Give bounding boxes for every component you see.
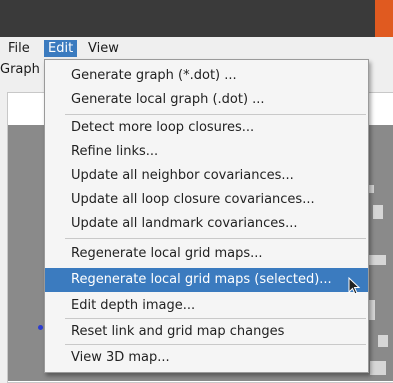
- graph-node[interactable]: [38, 325, 43, 330]
- menu-separator: [65, 114, 366, 115]
- menu-view[interactable]: View: [84, 40, 123, 57]
- menu-item-update-loop-closure-covariances[interactable]: Update all loop closure covariances...: [45, 188, 368, 212]
- menu-item-edit-depth-image[interactable]: Edit depth image...: [45, 294, 368, 318]
- menu-item-detect-loop-closures[interactable]: Detect more loop closures...: [45, 116, 368, 140]
- menu-separator: [65, 318, 366, 319]
- menu-bar: File Edit View: [0, 37, 393, 59]
- map-cell: [373, 205, 383, 219]
- menu-item-generate-local-graph[interactable]: Generate local graph (.dot) ...: [45, 88, 368, 112]
- menu-separator: [65, 344, 366, 345]
- map-cell: [370, 361, 386, 375]
- graph-panel-label: Graph: [0, 62, 40, 77]
- menu-file[interactable]: File: [4, 40, 34, 57]
- menu-separator: [65, 238, 366, 239]
- window-title-bar: [0, 0, 393, 37]
- edit-menu-dropdown: Generate graph (*.dot) ... Generate loca…: [44, 59, 369, 373]
- map-cell: [368, 255, 386, 265]
- menu-item-refine-links[interactable]: Refine links...: [45, 140, 368, 164]
- menu-edit[interactable]: Edit: [44, 40, 78, 57]
- map-cell: [378, 335, 388, 347]
- menu-item-regenerate-local-grid-maps-selected[interactable]: Regenerate local grid maps (selected)...: [45, 268, 368, 292]
- menu-item-regenerate-local-grid-maps[interactable]: Regenerate local grid maps...: [45, 242, 368, 266]
- arrow-cursor-icon: [348, 277, 361, 295]
- menu-item-update-neighbor-covariances[interactable]: Update all neighbor covariances...: [45, 164, 368, 188]
- menu-item-update-landmark-covariances[interactable]: Update all landmark covariances...: [45, 212, 368, 236]
- menu-item-reset-link-grid-changes[interactable]: Reset link and grid map changes: [45, 320, 368, 344]
- menu-item-view-3d-map[interactable]: View 3D map...: [45, 346, 368, 370]
- menu-item-generate-graph[interactable]: Generate graph (*.dot) ...: [45, 64, 368, 88]
- title-bar-accent: [375, 0, 393, 37]
